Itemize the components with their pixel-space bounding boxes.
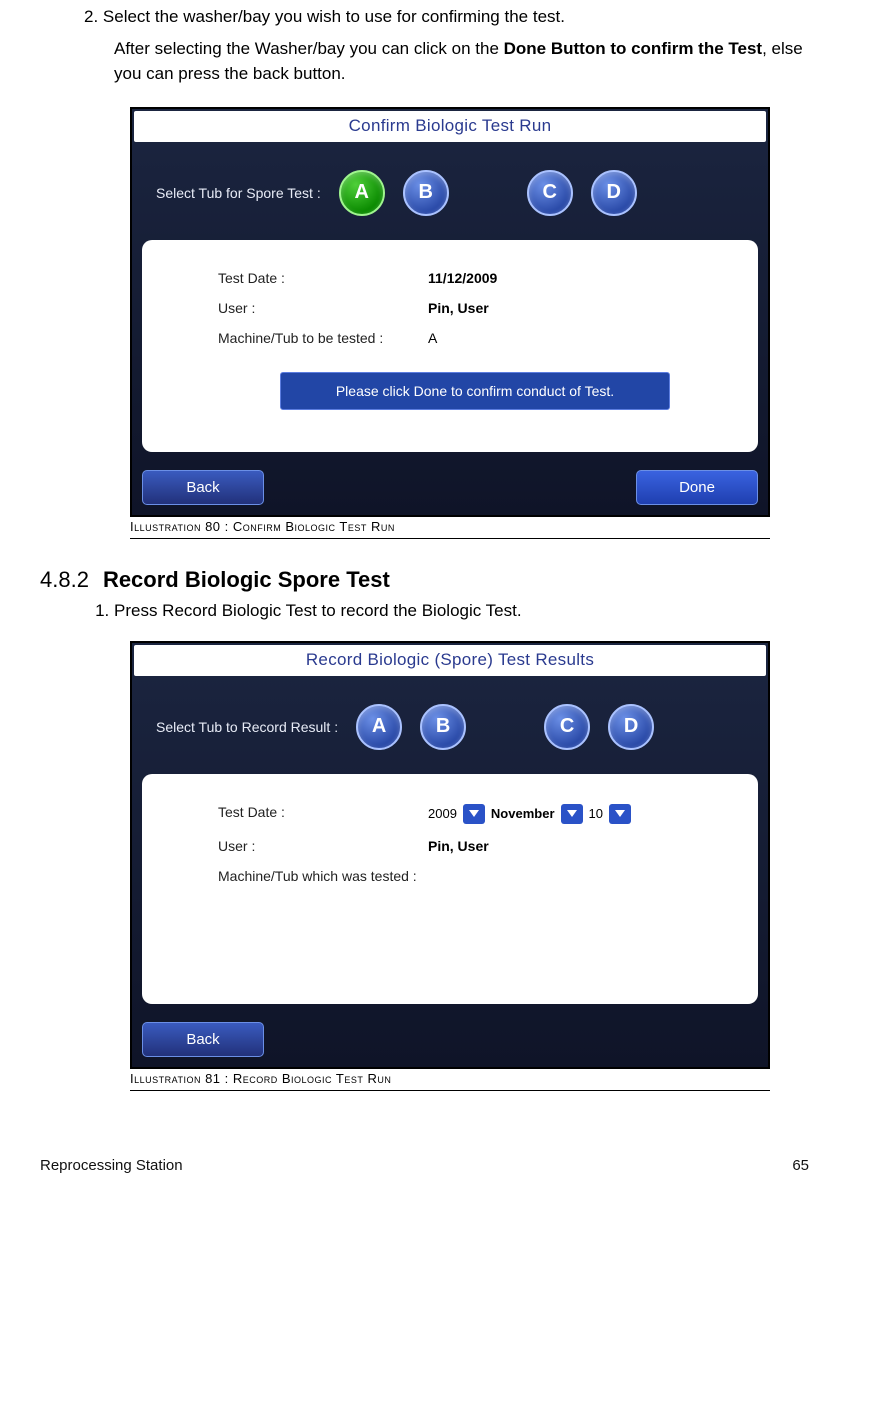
tub-c-label-81: C [560,715,574,738]
tub-b-label-81: B [436,715,450,738]
tub-b-81[interactable]: B [420,704,466,750]
user-value-81: Pin, User [428,838,489,854]
tub-options: A B C D [339,170,637,216]
tub-d-label-81: D [624,715,638,738]
tub-d-81[interactable]: D [608,704,654,750]
test-date-value: 11/12/2009 [428,270,497,286]
tub-options-81: A B C D [356,704,654,750]
dialog-title-81: Record Biologic (Spore) Test Results [134,645,766,676]
user-value: Pin, User [428,300,489,316]
page-footer: Reprocessing Station 65 [40,1157,809,1188]
back-button-81[interactable]: Back [142,1022,264,1057]
illustration-81: Record Biologic (Spore) Test Results Sel… [130,641,770,1091]
tub-tested-label-81: Machine/Tub which was tested : [218,868,417,884]
section-step-1: Press Record Biologic Test to record the… [114,601,809,621]
bottom-bar-81: Back [132,1016,768,1067]
test-date-label-81: Test Date : [218,804,428,824]
chevron-down-icon [567,810,577,818]
section-number: 4.8.2 [40,567,89,592]
confirm-message: Please click Done to confirm conduct of … [280,372,670,410]
step-2: 2. Select the washer/bay you wish to use… [84,4,809,30]
chevron-down-icon [469,810,479,818]
select-tub-label: Select Tub for Spore Test : [156,185,321,201]
chevron-down-icon [615,810,625,818]
after-bold: Done Button to confirm the Test [504,39,762,58]
details-panel-81: Test Date : 2009 November 10 [142,774,758,1004]
tub-tested-value: A [428,330,437,346]
tub-tested-label: Machine/Tub to be tested : [218,330,428,346]
section-title: Record Biologic Spore Test [103,567,390,592]
step-2-body: Select the washer/bay you wish to use fo… [103,7,565,26]
done-button[interactable]: Done [636,470,758,505]
month-value: November [491,806,555,821]
dialog-title: Confirm Biologic Test Run [134,111,766,142]
tub-select-row: Select Tub for Spore Test : A B C D [132,144,768,240]
tub-c-81[interactable]: C [544,704,590,750]
user-label: User : [218,300,428,316]
tub-a-81[interactable]: A [356,704,402,750]
record-dialog: Record Biologic (Spore) Test Results Sel… [130,641,770,1069]
section-heading: 4.8.2 Record Biologic Spore Test [40,567,809,593]
after-plain: After selecting the Washer/bay you can c… [114,39,504,58]
step-2-after: After selecting the Washer/bay you can c… [114,36,809,87]
tub-d[interactable]: D [591,170,637,216]
tub-a[interactable]: A [339,170,385,216]
illustration-80-caption: Illustration 80 : Confirm Biologic Test … [130,519,770,539]
year-value: 2009 [428,806,457,821]
tub-b-label: B [418,181,432,204]
footer-left: Reprocessing Station [40,1157,183,1174]
tub-b[interactable]: B [403,170,449,216]
test-date-label: Test Date : [218,270,428,286]
tub-c-label: C [542,181,556,204]
section-steps: Press Record Biologic Test to record the… [94,601,809,621]
back-button[interactable]: Back [142,470,264,505]
tub-a-label-81: A [372,715,386,738]
select-tub-label-81: Select Tub to Record Result : [156,719,338,735]
footer-page-number: 65 [792,1157,809,1174]
illustration-80: Confirm Biologic Test Run Select Tub for… [130,107,770,539]
user-label-81: User : [218,838,428,854]
tub-select-row-81: Select Tub to Record Result : A B C D [132,678,768,774]
tub-d-label: D [606,181,620,204]
tub-c[interactable]: C [527,170,573,216]
day-dropdown[interactable] [609,804,631,824]
illustration-81-caption: Illustration 81 : Record Biologic Test R… [130,1071,770,1091]
bottom-bar: Back Done [132,464,768,515]
tub-a-label: A [354,181,368,204]
details-panel: Test Date : 11/12/2009 User : Pin, User … [142,240,758,452]
month-dropdown[interactable] [561,804,583,824]
confirm-dialog: Confirm Biologic Test Run Select Tub for… [130,107,770,517]
date-dropdowns: 2009 November 10 [428,804,631,824]
year-dropdown[interactable] [463,804,485,824]
step-2-prefix: 2. [84,7,103,26]
day-value: 10 [589,806,603,821]
